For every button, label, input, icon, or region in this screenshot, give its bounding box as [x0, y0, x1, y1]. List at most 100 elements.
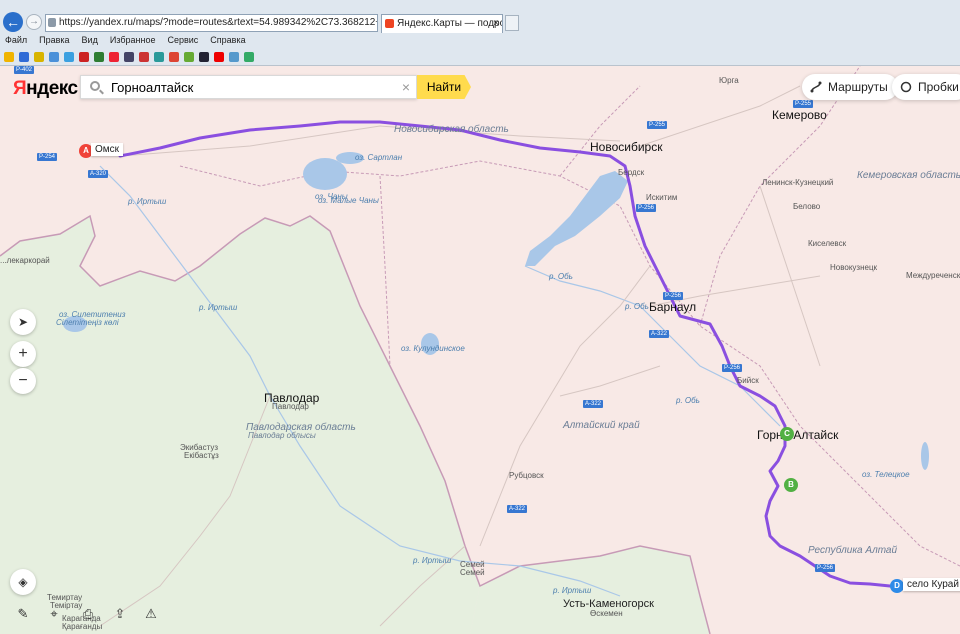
route-point-a-label: Омск — [91, 143, 124, 156]
lake-teletskoe — [921, 442, 929, 470]
clear-icon[interactable]: × — [402, 79, 410, 95]
route-point-b[interactable]: B — [784, 478, 798, 492]
tab-close-icon[interactable]: × — [493, 15, 499, 32]
favorite-site-icon[interactable] — [64, 52, 74, 62]
city-novosibirsk[interactable]: Новосибирск — [590, 140, 662, 154]
favorites-bar — [0, 49, 960, 65]
road-shield: Р-255 — [647, 121, 668, 129]
print-icon[interactable]: ⎙ — [76, 602, 100, 626]
route-point-d[interactable]: D — [890, 579, 904, 593]
city-mezhdurechensk[interactable]: Междуреченск — [906, 271, 960, 280]
favorite-site-icon[interactable] — [79, 52, 89, 62]
water-irtysh-1: р. Иртыш — [128, 197, 167, 206]
layers-icon[interactable]: ◈ — [10, 569, 36, 595]
water-teletskoe: оз. Телецкое — [862, 470, 910, 479]
city-kiselevsk[interactable]: Киселевск — [808, 239, 846, 248]
favorite-site-icon[interactable] — [34, 52, 44, 62]
favorite-site-icon[interactable] — [244, 52, 254, 62]
menu-file[interactable]: Файл — [5, 35, 27, 49]
favorite-site-icon[interactable] — [214, 52, 224, 62]
ruler-icon[interactable]: ✎ — [11, 602, 35, 626]
zoom-out-button[interactable]: − — [10, 368, 36, 394]
forward-icon[interactable]: → — [26, 14, 42, 30]
favorite-site-icon[interactable] — [19, 52, 29, 62]
browser-nav-row: ← → https://yandex.ru/maps/?mode=routes&… — [0, 9, 960, 37]
region-kemerovo: Кемеровская область — [857, 170, 960, 181]
water-malye-chany: оз. Малые Чаны — [318, 196, 379, 205]
lake-chany — [303, 158, 347, 190]
back-icon[interactable]: ← — [3, 12, 23, 32]
favorite-site-icon[interactable] — [124, 52, 134, 62]
city-belovo[interactable]: Белово — [793, 202, 820, 211]
water-irtysh-3: р. Иртыш — [413, 556, 452, 565]
road-shield: А-322 — [507, 505, 528, 513]
menu-favorites[interactable]: Избранное — [110, 35, 156, 49]
favorite-site-icon[interactable] — [154, 52, 164, 62]
traffic-button[interactable]: Пробки — [892, 74, 960, 100]
city-biysk[interactable]: Бийск — [737, 376, 759, 385]
routes-label: Маршруты — [828, 80, 888, 94]
water-ob-1: р. Обь — [549, 272, 573, 281]
city-kemerovo[interactable]: Кемерово — [772, 108, 827, 122]
water-kulundinskoe: оз. Кулундинское — [401, 344, 465, 353]
locate-icon[interactable]: ➤ — [10, 309, 36, 335]
new-tab-button[interactable] — [505, 15, 519, 31]
menu-help[interactable]: Справка — [210, 35, 245, 49]
favorite-site-icon[interactable] — [229, 52, 239, 62]
road-shield: Р-256 — [815, 564, 836, 572]
road-shield: Р-255 — [793, 100, 814, 108]
tab-title: Яндекс.Карты — подробн... — [397, 18, 503, 29]
menu-tools[interactable]: Сервис — [167, 35, 198, 49]
route-icon — [810, 81, 822, 93]
favorite-site-icon[interactable] — [4, 52, 14, 62]
road-shield: Р-254 — [37, 153, 58, 161]
route-point-c[interactable]: C — [780, 427, 794, 441]
city-rubtsovsk[interactable]: Рубцовск — [509, 471, 544, 480]
yandex-logo[interactable]: Яндекс — [13, 78, 78, 100]
city-gornoaltaysk[interactable]: Горно-Алтайск — [757, 428, 838, 442]
favorite-site-icon[interactable] — [49, 52, 59, 62]
favorite-site-icon[interactable] — [139, 52, 149, 62]
region-novosibirsk: Новосибирская область — [394, 124, 509, 135]
water-ob-3: р. Обь — [676, 396, 700, 405]
road-shield: А-320 — [88, 170, 109, 178]
routes-button[interactable]: Маршруты — [802, 74, 898, 100]
lock-icon — [48, 18, 56, 27]
menu-edit[interactable]: Правка — [39, 35, 69, 49]
city-yurga[interactable]: Юрга — [719, 76, 739, 85]
region-pavlodar-sub: Павлодар облысы — [248, 431, 316, 440]
water-irtysh-4: р. Иртыш — [553, 586, 592, 595]
favorite-site-icon[interactable] — [109, 52, 119, 62]
browser-chrome: ← → https://yandex.ru/maps/?mode=routes&… — [0, 0, 960, 66]
traffic-icon — [900, 81, 912, 93]
panorama-icon[interactable]: ⌖ — [42, 602, 66, 626]
favorite-site-icon[interactable] — [199, 52, 209, 62]
water-sartlan: оз. Сартлан — [355, 153, 403, 162]
menu-view[interactable]: Вид — [82, 35, 98, 49]
report-icon[interactable]: ⚠ — [139, 602, 163, 626]
city-novokuznetsk[interactable]: Новокузнецк — [830, 263, 877, 272]
road-shield: Р-256 — [722, 364, 743, 372]
browser-tab[interactable]: Яндекс.Карты — подробн... × — [381, 14, 503, 33]
map-canvas[interactable]: Р-402 Р-254 А-320 Р-255 Р-255 Р-256 Р-25… — [0, 66, 960, 634]
favorite-site-icon[interactable] — [184, 52, 194, 62]
search-box: × — [80, 75, 417, 99]
search-input[interactable] — [111, 79, 391, 95]
city-barnaul[interactable]: Барнаул — [649, 300, 696, 314]
find-button[interactable]: Найти — [417, 75, 471, 99]
city-ekibastuz-sub: Екібастұз — [184, 451, 219, 460]
yandex-favicon-icon — [385, 19, 394, 28]
zoom-in-button[interactable]: + — [10, 341, 36, 367]
favorite-site-icon[interactable] — [169, 52, 179, 62]
city-berdsk[interactable]: Бердск — [618, 168, 644, 177]
city-iskitim[interactable]: Искитим — [646, 193, 677, 202]
logo-ya: Я — [13, 78, 27, 99]
city-leninsk[interactable]: Ленинск-Кузнецкий — [762, 178, 833, 187]
road-shield: А-322 — [583, 400, 604, 408]
road-shield: Р-402 — [14, 66, 35, 74]
road-shield: А-322 — [649, 330, 670, 338]
address-bar[interactable]: https://yandex.ru/maps/?mode=routes&rtex… — [45, 14, 378, 32]
favorite-site-icon[interactable] — [94, 52, 104, 62]
share-icon[interactable]: ⇪ — [108, 602, 132, 626]
city-oskemen: Өскемен — [590, 609, 623, 618]
